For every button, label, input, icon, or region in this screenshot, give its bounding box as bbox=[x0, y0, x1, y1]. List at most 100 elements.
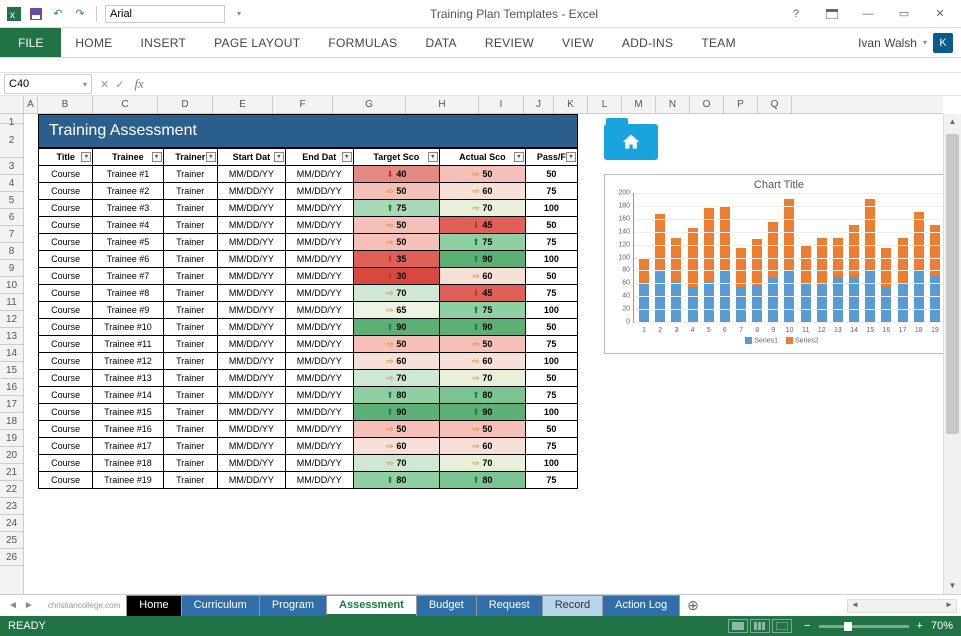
table-cell[interactable]: Trainee #8 bbox=[93, 285, 163, 302]
sheet-tab-home[interactable]: Home bbox=[126, 595, 181, 616]
actual-score-cell[interactable]: ⇨ 70 bbox=[439, 455, 525, 472]
filter-dropdown-icon[interactable]: ▾ bbox=[566, 152, 576, 162]
table-cell[interactable]: Trainer bbox=[163, 200, 217, 217]
filter-dropdown-icon[interactable]: ▾ bbox=[514, 152, 524, 162]
ribbon-tab-review[interactable]: REVIEW bbox=[471, 28, 548, 57]
row-header[interactable]: 24 bbox=[0, 515, 23, 532]
table-row[interactable]: CourseTrainee #12TrainerMM/DD/YYMM/DD/YY… bbox=[39, 353, 578, 370]
row-header[interactable]: 17 bbox=[0, 396, 23, 413]
table-cell[interactable]: Course bbox=[39, 200, 93, 217]
actual-score-cell[interactable]: ⇨ 50 bbox=[439, 336, 525, 353]
save-icon[interactable] bbox=[28, 6, 44, 22]
table-cell[interactable]: Trainer bbox=[163, 251, 217, 268]
table-cell[interactable]: MM/DD/YY bbox=[217, 472, 285, 489]
table-cell[interactable]: Trainee #14 bbox=[93, 387, 163, 404]
row-header[interactable]: 15 bbox=[0, 362, 23, 379]
column-header[interactable]: K bbox=[554, 96, 588, 113]
row-header[interactable]: 9 bbox=[0, 260, 23, 277]
table-cell[interactable]: MM/DD/YY bbox=[217, 438, 285, 455]
table-cell[interactable]: Course bbox=[39, 183, 93, 200]
column-header[interactable]: O bbox=[690, 96, 724, 113]
sheet-tab-request[interactable]: Request bbox=[476, 595, 543, 616]
pass-cell[interactable]: 100 bbox=[525, 404, 577, 421]
table-cell[interactable]: Course bbox=[39, 455, 93, 472]
table-cell[interactable]: Trainer bbox=[163, 268, 217, 285]
table-cell[interactable]: MM/DD/YY bbox=[285, 404, 353, 421]
table-cell[interactable]: Course bbox=[39, 217, 93, 234]
user-dropdown-icon[interactable]: ▾ bbox=[923, 38, 927, 47]
ribbon-tab-page-layout[interactable]: PAGE LAYOUT bbox=[200, 28, 314, 57]
column-header[interactable]: Q bbox=[758, 96, 792, 113]
close-icon[interactable]: ✕ bbox=[927, 4, 953, 24]
table-cell[interactable]: MM/DD/YY bbox=[217, 353, 285, 370]
table-cell[interactable]: MM/DD/YY bbox=[217, 319, 285, 336]
table-row[interactable]: CourseTrainee #18TrainerMM/DD/YYMM/DD/YY… bbox=[39, 455, 578, 472]
actual-score-cell[interactable]: ⇨ 50 bbox=[439, 166, 525, 183]
actual-score-cell[interactable]: ⇨ 50 bbox=[439, 421, 525, 438]
table-cell[interactable]: Trainer bbox=[163, 421, 217, 438]
row-header[interactable]: 6 bbox=[0, 209, 23, 226]
filter-dropdown-icon[interactable]: ▾ bbox=[342, 152, 352, 162]
pass-cell[interactable]: 50 bbox=[525, 268, 577, 285]
table-cell[interactable]: Trainee #6 bbox=[93, 251, 163, 268]
table-cell[interactable]: Trainer bbox=[163, 302, 217, 319]
actual-score-cell[interactable]: ⬆ 80 bbox=[439, 472, 525, 489]
column-header[interactable]: N bbox=[656, 96, 690, 113]
target-score-cell[interactable]: ⬇ 30 bbox=[353, 268, 439, 285]
target-score-cell[interactable]: ⇨ 70 bbox=[353, 285, 439, 302]
zoom-in-icon[interactable]: + bbox=[915, 620, 925, 632]
user-badge[interactable]: K bbox=[933, 33, 953, 53]
ribbon-tab-view[interactable]: VIEW bbox=[548, 28, 608, 57]
normal-view-icon[interactable] bbox=[728, 619, 748, 633]
column-header[interactable]: P bbox=[724, 96, 758, 113]
table-cell[interactable]: Trainer bbox=[163, 217, 217, 234]
sheet-tab-assessment[interactable]: Assessment bbox=[326, 595, 417, 616]
tab-prev-icon[interactable]: ◄ bbox=[6, 600, 20, 611]
table-cell[interactable]: Course bbox=[39, 421, 93, 438]
table-row[interactable]: CourseTrainee #3TrainerMM/DD/YYMM/DD/YY⬆… bbox=[39, 200, 578, 217]
table-cell[interactable]: MM/DD/YY bbox=[217, 234, 285, 251]
scroll-down-icon[interactable]: ▼ bbox=[944, 578, 961, 594]
pass-cell[interactable]: 75 bbox=[525, 183, 577, 200]
cancel-formula-icon[interactable]: ✕ bbox=[100, 78, 109, 91]
actual-score-cell[interactable]: ⬆ 75 bbox=[439, 234, 525, 251]
table-cell[interactable]: Trainer bbox=[163, 285, 217, 302]
table-header[interactable]: Trainer▾ bbox=[163, 149, 217, 166]
target-score-cell[interactable]: ⬆ 80 bbox=[353, 387, 439, 404]
table-cell[interactable]: Trainer bbox=[163, 404, 217, 421]
table-cell[interactable]: MM/DD/YY bbox=[217, 183, 285, 200]
ribbon-tab-home[interactable]: HOME bbox=[61, 28, 126, 57]
zoom-slider[interactable] bbox=[819, 625, 909, 628]
row-header[interactable]: 11 bbox=[0, 294, 23, 311]
table-cell[interactable]: MM/DD/YY bbox=[217, 370, 285, 387]
ribbon-tab-formulas[interactable]: FORMULAS bbox=[314, 28, 411, 57]
table-header[interactable]: Start Dat▾ bbox=[217, 149, 285, 166]
table-cell[interactable]: Course bbox=[39, 251, 93, 268]
scroll-thumb[interactable] bbox=[946, 134, 959, 434]
table-row[interactable]: CourseTrainee #9TrainerMM/DD/YYMM/DD/YY⇨… bbox=[39, 302, 578, 319]
table-cell[interactable]: Trainer bbox=[163, 183, 217, 200]
table-cell[interactable]: MM/DD/YY bbox=[285, 251, 353, 268]
help-icon[interactable]: ? bbox=[783, 4, 809, 24]
table-row[interactable]: CourseTrainee #7TrainerMM/DD/YYMM/DD/YY⬇… bbox=[39, 268, 578, 285]
table-cell[interactable]: MM/DD/YY bbox=[217, 421, 285, 438]
user-area[interactable]: Ivan Walsh ▾ K bbox=[850, 28, 961, 57]
table-cell[interactable]: MM/DD/YY bbox=[285, 166, 353, 183]
table-cell[interactable]: Trainer bbox=[163, 353, 217, 370]
pass-cell[interactable]: 100 bbox=[525, 455, 577, 472]
table-header[interactable]: Actual Sco▾ bbox=[439, 149, 525, 166]
table-cell[interactable]: Course bbox=[39, 472, 93, 489]
table-cell[interactable]: MM/DD/YY bbox=[217, 166, 285, 183]
table-cell[interactable]: Trainee #1 bbox=[93, 166, 163, 183]
table-cell[interactable]: Trainee #9 bbox=[93, 302, 163, 319]
row-header[interactable]: 18 bbox=[0, 413, 23, 430]
table-cell[interactable]: Course bbox=[39, 285, 93, 302]
name-box[interactable]: C40 ▾ bbox=[4, 74, 92, 94]
ribbon-tab-data[interactable]: DATA bbox=[411, 28, 470, 57]
horizontal-scrollbar[interactable]: ◄ ► bbox=[707, 599, 961, 613]
pass-cell[interactable]: 50 bbox=[525, 370, 577, 387]
table-cell[interactable]: Trainee #13 bbox=[93, 370, 163, 387]
row-header[interactable]: 14 bbox=[0, 345, 23, 362]
formula-input[interactable] bbox=[156, 74, 961, 94]
column-header[interactable]: C bbox=[93, 96, 158, 113]
